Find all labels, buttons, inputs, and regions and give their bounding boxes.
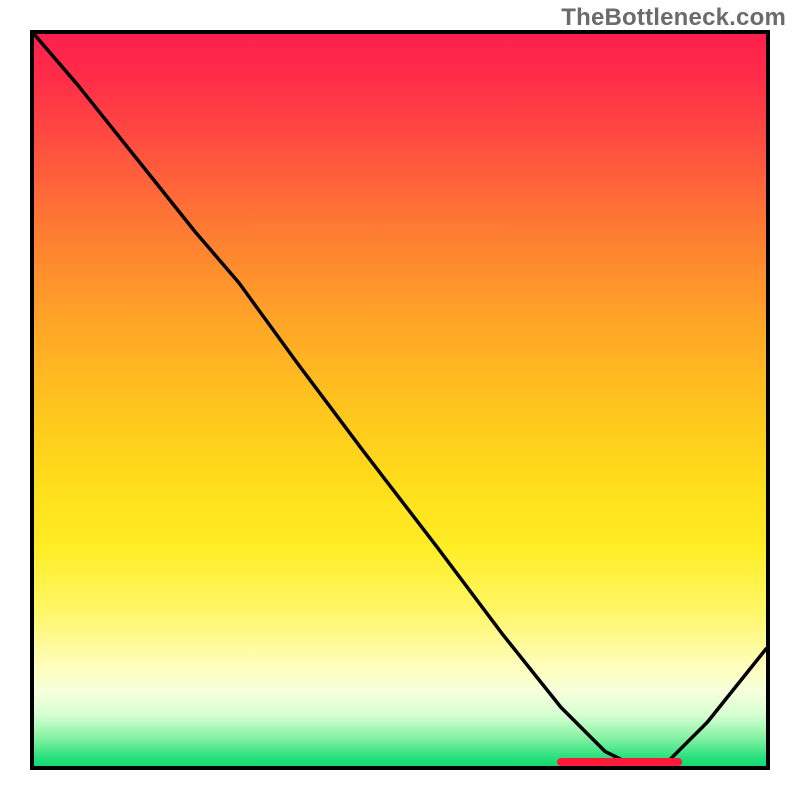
marker-layer [34,34,766,766]
marker-svg [34,34,766,766]
plot-frame [30,30,770,770]
watermark-text: TheBottleneck.com [561,4,786,32]
plot-inner [34,34,766,766]
chart-stage: TheBottleneck.com [0,0,800,800]
